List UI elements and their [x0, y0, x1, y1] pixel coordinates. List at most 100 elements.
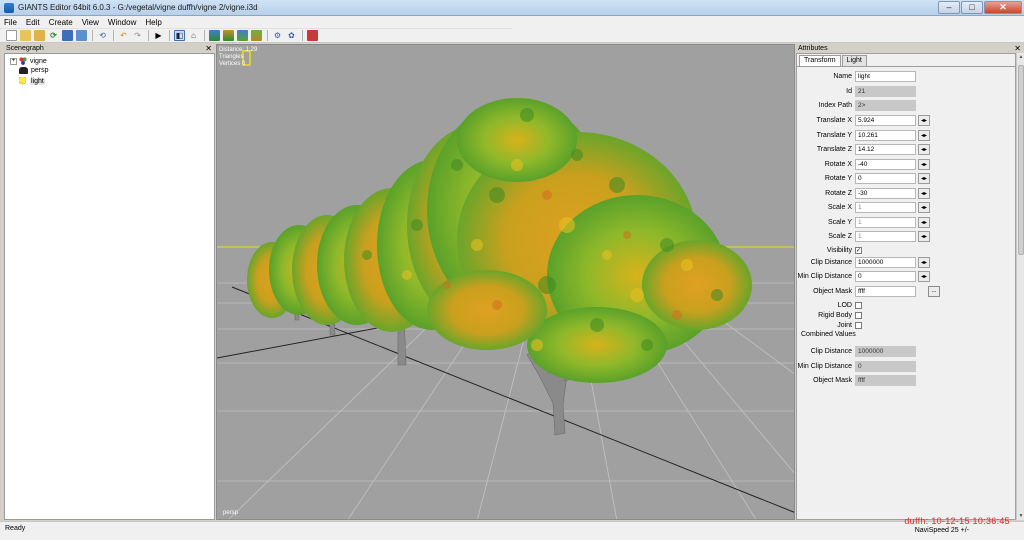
name-field[interactable]: light — [855, 70, 916, 82]
combined-object-mask-field: ffff — [855, 374, 916, 386]
expand-toggle-icon[interactable]: + — [10, 57, 17, 65]
rotate-y-field[interactable]: 0 — [855, 172, 916, 184]
viewport-stats: Distance: 1.29 Triangles Vertices 0 — [219, 47, 257, 68]
minimize-button[interactable]: – — [938, 1, 960, 14]
attr-row-scale-z: Scale Z 1 ◂▸ — [797, 230, 1007, 242]
material-icon[interactable]: ✿ — [286, 30, 297, 41]
tree-item-label: light — [30, 78, 45, 85]
attributes-close-button[interactable]: ✕ — [1014, 44, 1024, 53]
visibility-checkbox[interactable]: ✓ — [855, 246, 862, 254]
spin-arrows-icon[interactable]: ◂▸ — [918, 172, 930, 184]
spin-arrows-icon[interactable]: ◂▸ — [918, 143, 930, 155]
undo-history-icon[interactable]: ⟲ — [97, 30, 108, 41]
menu-window[interactable]: Window — [108, 18, 136, 27]
object-mask-button[interactable]: ... — [928, 285, 940, 297]
save-icon[interactable] — [62, 30, 73, 41]
scenegraph-tree[interactable]: + vigne persp light — [4, 53, 215, 520]
new-file-icon[interactable] — [6, 30, 17, 41]
translate-y-field[interactable]: 10.261 — [855, 129, 916, 141]
translate-x-field[interactable]: 5.924 — [855, 114, 916, 126]
attr-row-scale-x: Scale X 1 ◂▸ — [797, 201, 1007, 213]
tab-light[interactable]: Light — [841, 55, 867, 66]
attr-row-min-clip-distance: Min Clip Distance 0 ◂▸ — [797, 270, 1007, 282]
attr-label: Scale Y — [828, 218, 852, 226]
close-button[interactable]: ✕ — [984, 1, 1022, 14]
scale-x-field[interactable]: 1 — [855, 201, 916, 213]
attr-label: Min Clip Distance — [797, 272, 852, 280]
attributes-panel: Attributes ✕ Transform Light Name light … — [796, 44, 1024, 520]
spin-arrows-icon[interactable]: ◂▸ — [918, 158, 930, 170]
attributes-header: Attributes ✕ — [796, 44, 1024, 53]
menu-help[interactable]: Help — [145, 18, 161, 27]
attr-row-rotate-y: Rotate Y 0 ◂▸ — [797, 172, 1007, 184]
attr-row-visibility: Visibility ✓ — [797, 244, 1007, 256]
attr-row-joint: Joint — [797, 319, 1007, 331]
3d-viewport[interactable]: Distance: 1.29 Triangles Vertices 0 pers… — [216, 44, 795, 520]
scroll-down-icon[interactable]: ▼ — [1017, 512, 1024, 520]
min-clip-distance-field[interactable]: 0 — [855, 270, 916, 282]
menu-create[interactable]: Create — [49, 18, 73, 27]
attr-row-combined-clip: Clip Distance 1000000 — [797, 345, 1007, 357]
clip-distance-field[interactable]: 1000000 — [855, 256, 916, 268]
tab-transform[interactable]: Transform — [799, 55, 841, 66]
spin-arrows-icon[interactable]: ◂▸ — [918, 256, 930, 268]
lod-checkbox[interactable] — [855, 301, 862, 309]
terrain-icon[interactable] — [209, 30, 220, 41]
scroll-up-icon[interactable]: ▲ — [1017, 53, 1024, 61]
open-folder-icon[interactable] — [20, 30, 31, 41]
attr-row-translate-y: Translate Y 10.261 ◂▸ — [797, 129, 1007, 141]
undo-icon[interactable]: ↶ — [118, 30, 129, 41]
translate-z-field[interactable]: 14.12 — [855, 143, 916, 155]
scale-z-field[interactable]: 1 — [855, 230, 916, 242]
tree-icon[interactable] — [251, 30, 262, 41]
toolbar-separator — [113, 30, 114, 41]
rigid-body-checkbox[interactable] — [855, 311, 862, 319]
gear-icon[interactable]: ⚙ — [272, 30, 283, 41]
attr-row-object-mask: Object Mask ffff ... — [797, 285, 1007, 297]
object-mask-field[interactable]: ffff — [855, 285, 916, 297]
spin-arrows-icon[interactable]: ◂▸ — [918, 187, 930, 199]
window-title: GIANTS Editor 64bit 6.0.3 - G:/vegetal/v… — [18, 3, 258, 12]
toolbar-separator — [302, 30, 303, 41]
export-icon[interactable] — [76, 30, 87, 41]
rotate-x-field[interactable]: -40 — [855, 158, 916, 170]
toolbar-separator — [267, 30, 268, 41]
attr-row-rotate-x: Rotate X -40 ◂▸ — [797, 158, 1007, 170]
scenegraph-close-button[interactable]: ✕ — [205, 44, 215, 53]
spin-arrows-icon[interactable]: ◂▸ — [918, 270, 930, 282]
tree-item-vigne[interactable]: + vigne — [10, 57, 47, 65]
redo-icon[interactable]: ↷ — [132, 30, 143, 41]
menu-view[interactable]: View — [82, 18, 99, 27]
scale-y-field[interactable]: 1 — [855, 216, 916, 228]
attr-label: Rigid Body — [818, 311, 852, 319]
spin-arrows-icon[interactable]: ◂▸ — [918, 114, 930, 126]
spin-arrows-icon[interactable]: ◂▸ — [918, 230, 930, 242]
attributes-scrollbar[interactable]: ▲ ▼ — [1016, 53, 1024, 520]
triangles-readout: Triangles — [219, 54, 244, 60]
foliage-icon[interactable] — [237, 30, 248, 41]
scroll-thumb[interactable] — [1018, 65, 1024, 255]
paint-icon[interactable] — [223, 30, 234, 41]
refresh-icon[interactable]: ⟳ — [48, 30, 59, 41]
vine-foliage — [247, 98, 752, 383]
menu-edit[interactable]: Edit — [26, 18, 40, 27]
attr-label: Name — [833, 72, 852, 80]
spin-arrows-icon[interactable]: ◂▸ — [918, 216, 930, 228]
spin-arrows-icon[interactable]: ◂▸ — [918, 201, 930, 213]
tree-item-light[interactable]: light — [19, 77, 45, 86]
menu-file[interactable]: File — [4, 18, 17, 27]
maximize-button[interactable]: □ — [961, 1, 983, 14]
lock-icon[interactable]: ⌂ — [188, 30, 199, 41]
timestamp-watermark: duffh: 10-12-15 10:36:45 — [904, 516, 1010, 526]
attr-row-index-path: Index Path 2> — [797, 99, 1007, 111]
tree-item-persp[interactable]: persp — [19, 67, 49, 74]
select-icon[interactable]: ◧ — [174, 30, 185, 41]
attributes-body: Transform Light Name light Id 21 Index P… — [796, 53, 1017, 520]
camera-icon[interactable] — [307, 30, 318, 41]
import-icon[interactable] — [34, 30, 45, 41]
joint-checkbox[interactable] — [855, 321, 862, 329]
spin-arrows-icon[interactable]: ◂▸ — [918, 129, 930, 141]
play-icon[interactable]: ▶ — [153, 30, 164, 41]
attr-row-combined-min-clip: Min Clip Distance 0 — [797, 360, 1007, 372]
rotate-z-field[interactable]: -30 — [855, 187, 916, 199]
